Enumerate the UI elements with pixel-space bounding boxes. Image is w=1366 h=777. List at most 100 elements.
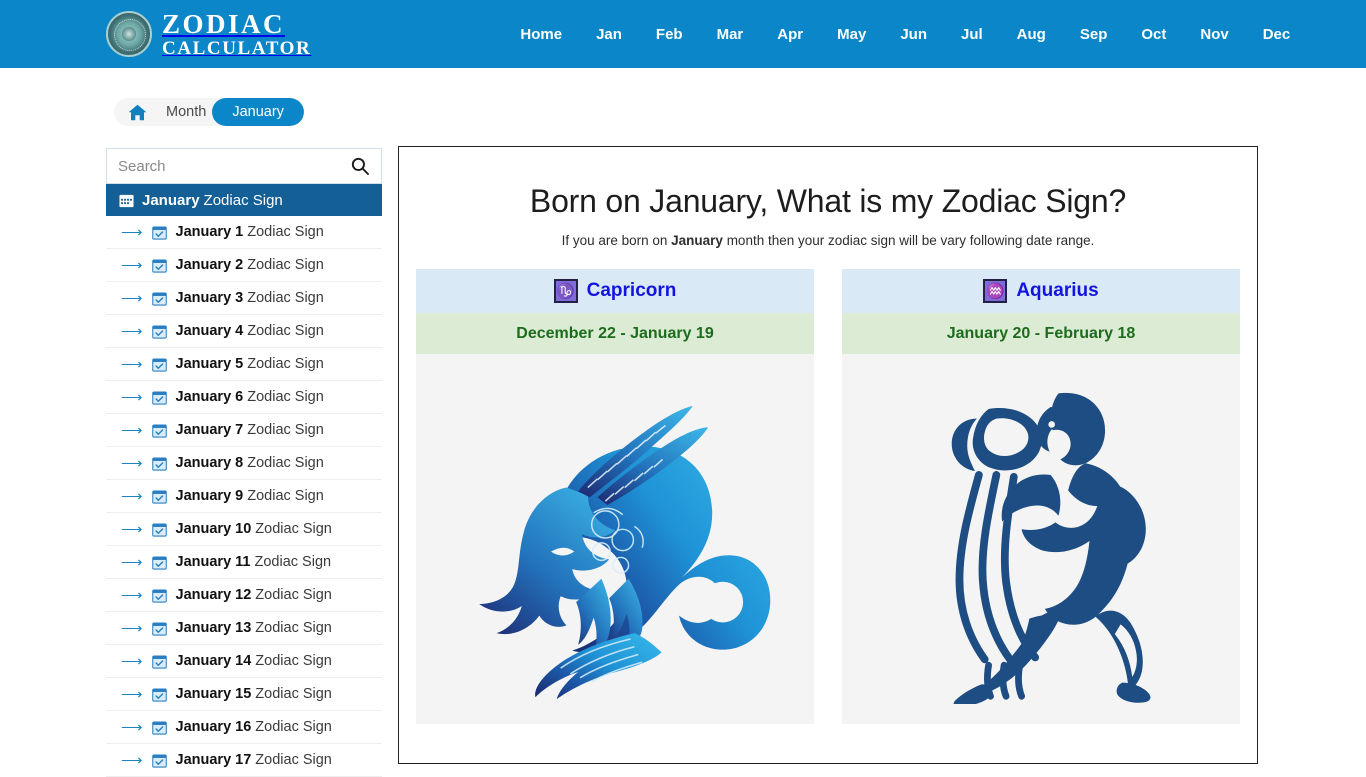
- calendar-check-icon: [151, 291, 167, 306]
- nav-item-feb[interactable]: Feb: [639, 26, 700, 43]
- calendar-check-icon: [151, 390, 167, 405]
- zodiac-card-capricorn[interactable]: ♑ Capricorn December 22 - January 19: [416, 269, 814, 724]
- list-item[interactable]: ⟶ January 4 Zodiac Sign: [106, 315, 382, 348]
- nav-item-oct[interactable]: Oct: [1124, 26, 1183, 43]
- nav-item-jan[interactable]: Jan: [579, 26, 639, 43]
- page-subtitle: If you are born on January month then yo…: [399, 233, 1257, 248]
- brand-wordmark: ZODIAC CALCULATOR: [162, 10, 312, 59]
- arrow-right-icon: ⟶: [121, 587, 143, 604]
- search-input[interactable]: [107, 149, 381, 183]
- list-item[interactable]: ⟶ January 12 Zodiac Sign: [106, 579, 382, 612]
- aquarius-water-bearer-illustration: [842, 354, 1240, 724]
- nav-item-home[interactable]: Home: [503, 26, 579, 43]
- nav-item-nov[interactable]: Nov: [1183, 26, 1245, 43]
- nav-item-apr[interactable]: Apr: [760, 26, 820, 43]
- calendar-check-icon: [151, 456, 167, 471]
- list-item-rest: Zodiac Sign: [247, 455, 324, 471]
- list-item-bold: January 15: [175, 686, 252, 702]
- nav-item-sep[interactable]: Sep: [1063, 26, 1125, 43]
- arrow-right-icon: ⟶: [121, 389, 143, 406]
- list-item-rest: Zodiac Sign: [247, 224, 324, 240]
- list-item[interactable]: ⟶ January 17 Zodiac Sign: [106, 744, 382, 777]
- arrow-right-icon: ⟶: [121, 752, 143, 769]
- list-item-bold: January 6: [175, 389, 244, 405]
- card-date-range: December 22 - January 19: [416, 313, 814, 354]
- list-item-rest: Zodiac Sign: [247, 356, 324, 372]
- sidebar-heading-january[interactable]: January Zodiac Sign: [106, 184, 382, 216]
- list-item-bold: January 17: [175, 752, 252, 768]
- calendar-check-icon: [151, 357, 167, 372]
- arrow-right-icon: ⟶: [121, 455, 143, 472]
- list-item[interactable]: ⟶ January 6 Zodiac Sign: [106, 381, 382, 414]
- breadcrumb-current-january[interactable]: January: [212, 98, 304, 126]
- nav-item-mar[interactable]: Mar: [700, 26, 761, 43]
- list-item[interactable]: ⟶ January 10 Zodiac Sign: [106, 513, 382, 546]
- arrow-right-icon: ⟶: [121, 620, 143, 637]
- calendar-check-icon: [151, 324, 167, 339]
- list-item-bold: January 9: [175, 488, 244, 504]
- search-box[interactable]: [106, 148, 382, 184]
- brand-line-2: CALCULATOR: [162, 37, 312, 59]
- nav-item-aug[interactable]: Aug: [1000, 26, 1063, 43]
- arrow-right-icon: ⟶: [121, 719, 143, 736]
- list-item[interactable]: ⟶ January 7 Zodiac Sign: [106, 414, 382, 447]
- list-item[interactable]: ⟶ January 14 Zodiac Sign: [106, 645, 382, 678]
- nav-item-dec[interactable]: Dec: [1246, 26, 1308, 43]
- card-header: ♑ Capricorn: [416, 269, 814, 313]
- list-item-rest: Zodiac Sign: [255, 752, 332, 768]
- list-item-bold: January 12: [175, 587, 252, 603]
- top-navigation-bar: ZODIAC CALCULATOR Home Jan Feb Mar Apr M…: [0, 0, 1366, 68]
- main-menu: Home Jan Feb Mar Apr May Jun Jul Aug Sep…: [503, 26, 1307, 43]
- brand-logo-link[interactable]: ZODIAC CALCULATOR: [106, 10, 312, 59]
- arrow-right-icon: ⟶: [121, 521, 143, 538]
- subtitle-before: If you are born on: [561, 233, 672, 248]
- arrow-right-icon: ⟶: [121, 554, 143, 571]
- arrow-right-icon: ⟶: [121, 356, 143, 373]
- list-item-bold: January 4: [175, 323, 244, 339]
- list-item-rest: Zodiac Sign: [255, 587, 332, 603]
- list-item[interactable]: ⟶ January 1 Zodiac Sign: [106, 216, 382, 249]
- home-icon[interactable]: [114, 98, 160, 126]
- calendar-check-icon: [151, 522, 167, 537]
- list-item-rest: Zodiac Sign: [247, 389, 324, 405]
- search-icon[interactable]: [351, 157, 369, 175]
- list-item-rest: Zodiac Sign: [247, 290, 324, 306]
- zodiac-card-aquarius[interactable]: ♒ Aquarius January 20 - February 18: [842, 269, 1240, 724]
- calendar-check-icon: [151, 258, 167, 273]
- list-item-bold: January 5: [175, 356, 244, 372]
- list-item[interactable]: ⟶ January 8 Zodiac Sign: [106, 447, 382, 480]
- list-item-rest: Zodiac Sign: [255, 686, 332, 702]
- list-item[interactable]: ⟶ January 2 Zodiac Sign: [106, 249, 382, 282]
- list-item-rest: Zodiac Sign: [247, 257, 324, 273]
- list-item[interactable]: ⟶ January 3 Zodiac Sign: [106, 282, 382, 315]
- arrow-right-icon: ⟶: [121, 653, 143, 670]
- list-item-bold: January 3: [175, 290, 244, 306]
- list-item-rest: Zodiac Sign: [255, 521, 332, 537]
- list-item[interactable]: ⟶ January 5 Zodiac Sign: [106, 348, 382, 381]
- calendar-check-icon: [151, 225, 167, 240]
- list-item-bold: January 8: [175, 455, 244, 471]
- list-item[interactable]: ⟶ January 11 Zodiac Sign: [106, 546, 382, 579]
- list-item-rest: Zodiac Sign: [247, 488, 324, 504]
- calendar-check-icon: [151, 555, 167, 570]
- list-item-rest: Zodiac Sign: [247, 323, 324, 339]
- nav-item-jul[interactable]: Jul: [944, 26, 1000, 43]
- sidebar-heading-bold: January: [142, 191, 200, 209]
- list-item[interactable]: ⟶ January 13 Zodiac Sign: [106, 612, 382, 645]
- calendar-check-icon: [151, 753, 167, 768]
- list-item[interactable]: ⟶ January 15 Zodiac Sign: [106, 678, 382, 711]
- subtitle-bold-month: January: [671, 233, 723, 248]
- zodiac-wheel-icon: [106, 11, 152, 57]
- arrow-right-icon: ⟶: [121, 257, 143, 274]
- calendar-check-icon: [151, 720, 167, 735]
- list-item-bold: January 11: [175, 554, 251, 570]
- list-item-bold: January 2: [175, 257, 244, 273]
- nav-item-may[interactable]: May: [820, 26, 883, 43]
- capricorn-sea-goat-illustration: [416, 354, 814, 724]
- list-item-bold: January 7: [175, 422, 244, 438]
- nav-item-jun[interactable]: Jun: [883, 26, 944, 43]
- list-item[interactable]: ⟶ January 9 Zodiac Sign: [106, 480, 382, 513]
- list-item[interactable]: ⟶ January 16 Zodiac Sign: [106, 711, 382, 744]
- zodiac-card-row: ♑ Capricorn December 22 - January 19 ♒ A…: [416, 269, 1240, 724]
- calendar-check-icon: [151, 687, 167, 702]
